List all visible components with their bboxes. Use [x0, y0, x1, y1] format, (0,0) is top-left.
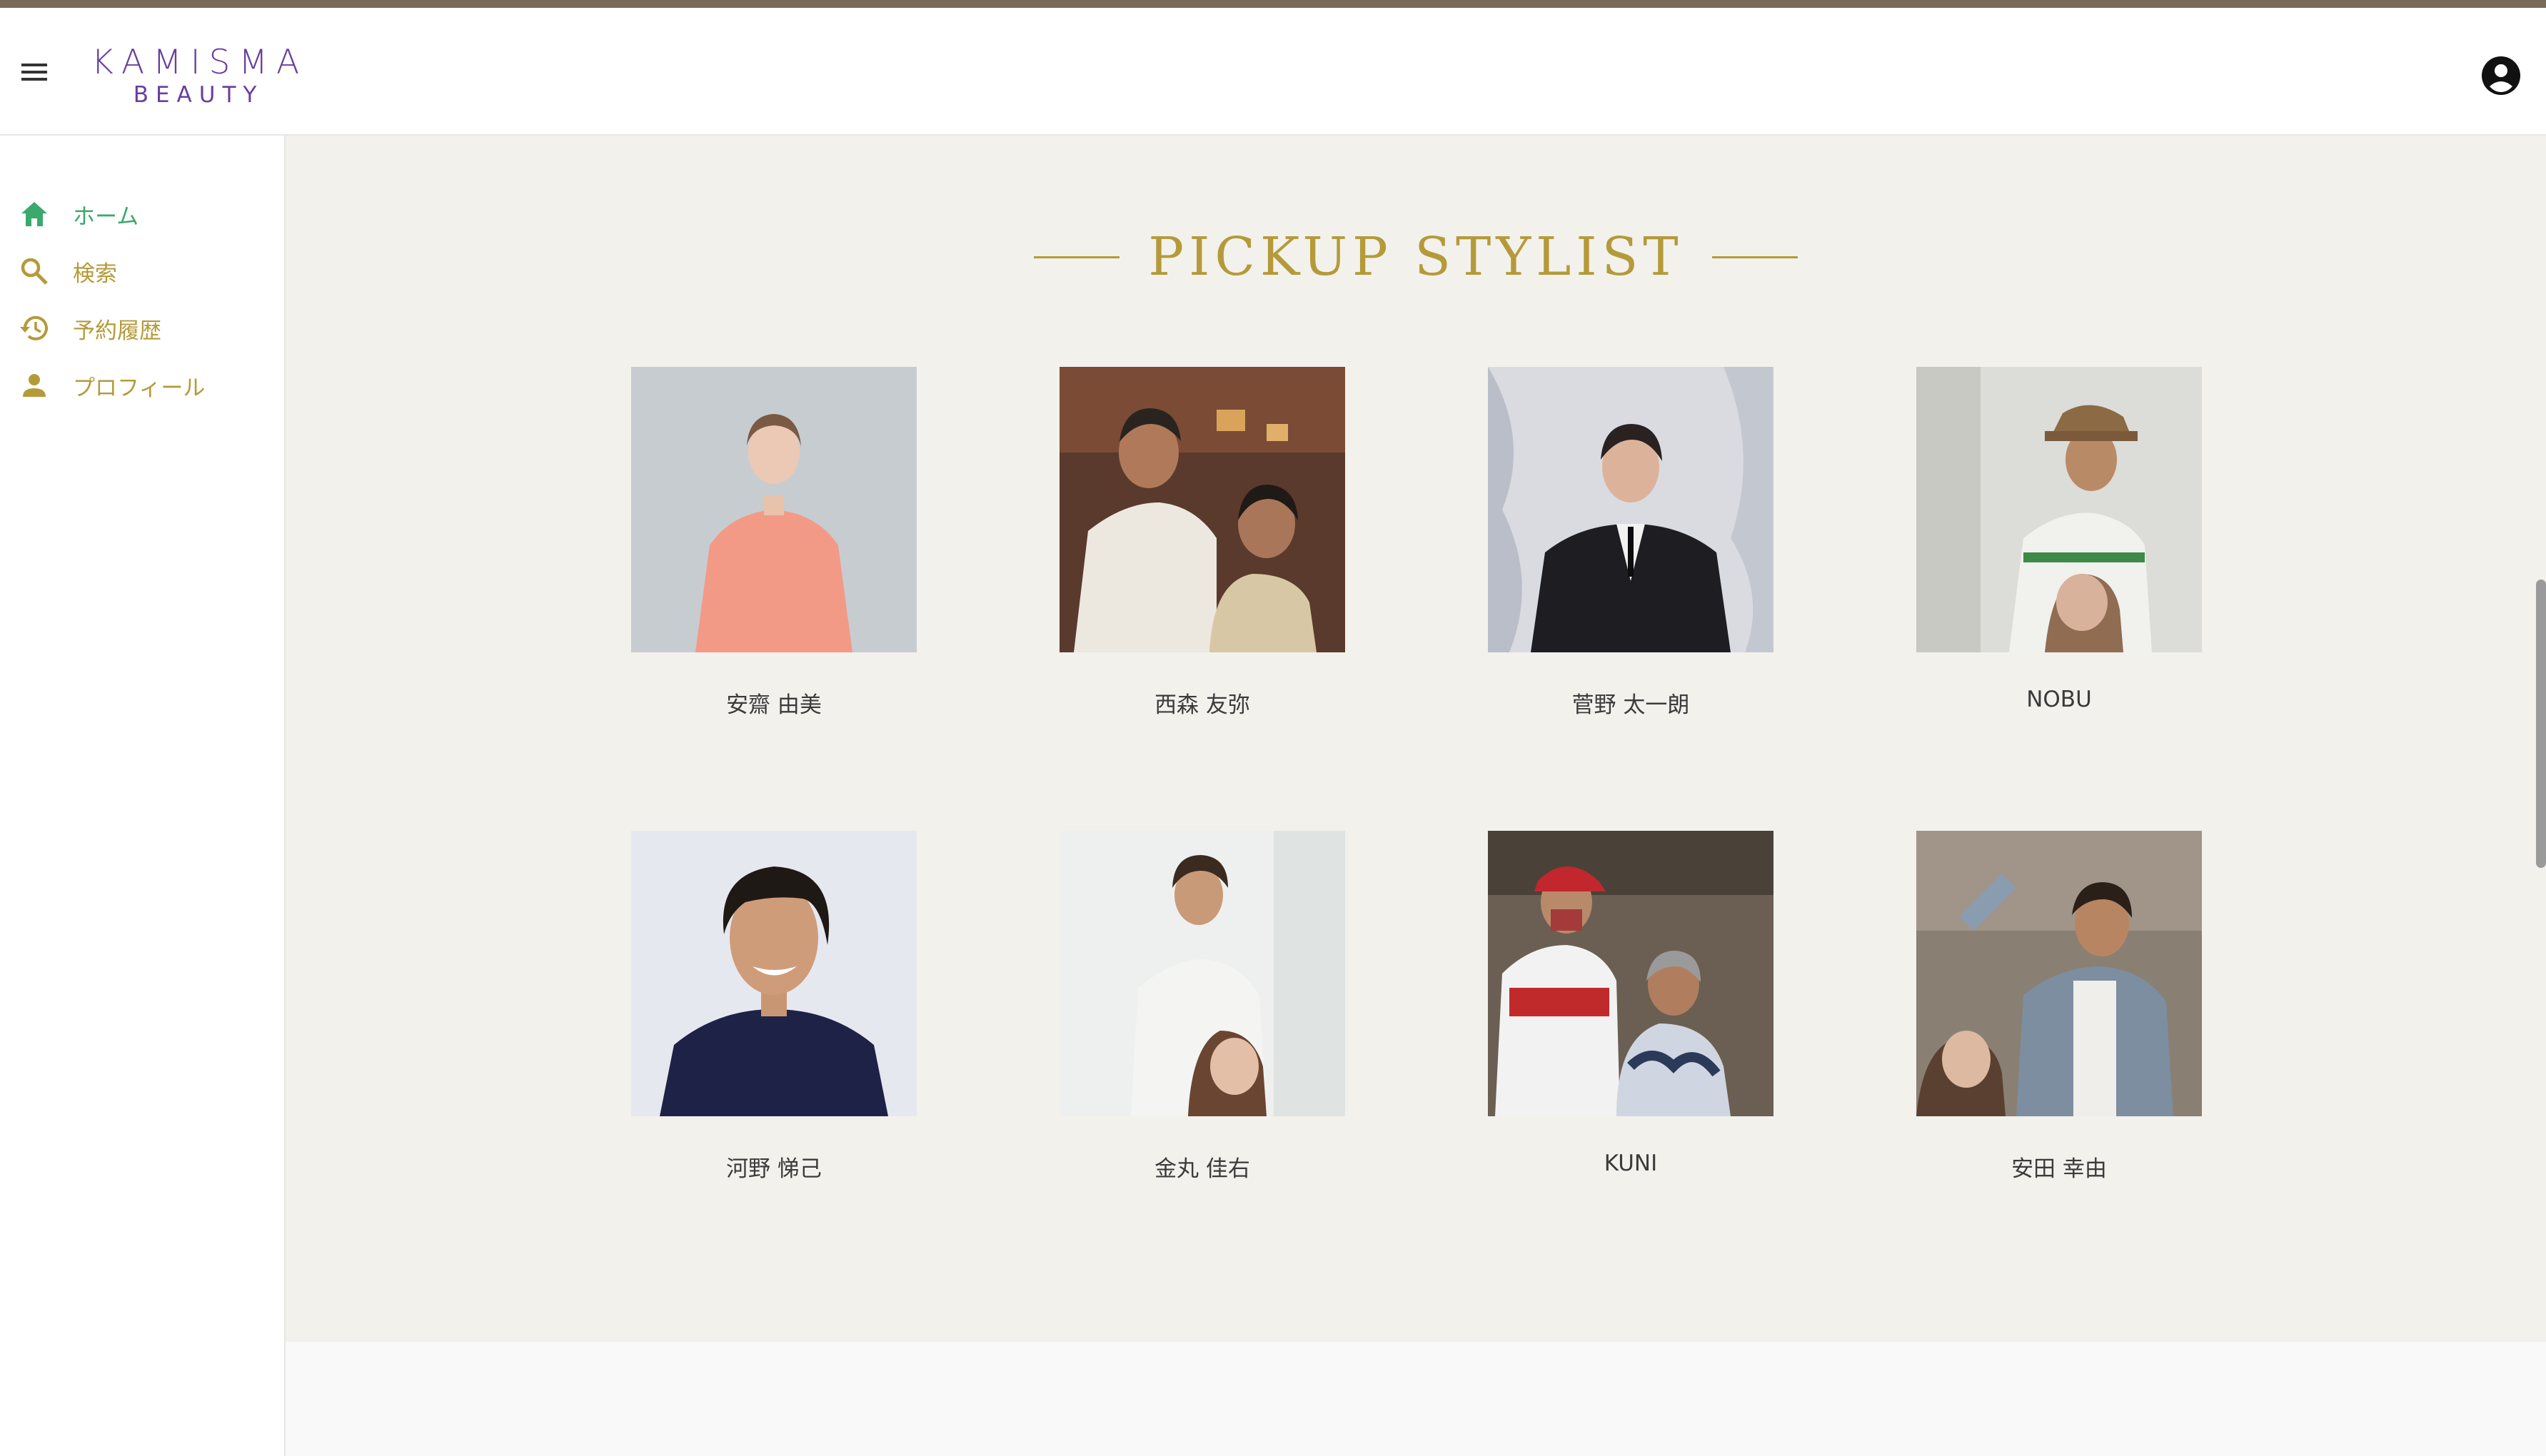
kamisma-beauty-logo[interactable]: KAMISMA BEAUTY — [91, 44, 306, 115]
logo-line1: KAMISMA — [91, 43, 308, 82]
sidebar-item-label: 検索 — [73, 261, 117, 287]
footer-area — [286, 1342, 2546, 1456]
title-rule-right — [1711, 256, 1798, 258]
stylist-card[interactable]: 安齋 由美 — [631, 367, 917, 719]
stylist-photo — [1916, 367, 2202, 652]
stylist-photo — [1916, 831, 2202, 1116]
sidebar-item-home[interactable]: ホーム — [0, 186, 284, 243]
stylist-name: 金丸 佳右 — [1154, 1156, 1250, 1182]
stylist-card[interactable]: 西森 友弥 — [1060, 367, 1345, 719]
stylist-name: 河野 悌己 — [726, 1156, 822, 1182]
sidebar-item-label: 予約履歴 — [73, 318, 161, 344]
sidebar-item-label: プロフィール — [73, 375, 206, 401]
top-accent-strip — [0, 0, 2546, 8]
search-icon — [17, 254, 51, 288]
stylist-photo — [631, 367, 917, 652]
stylist-card[interactable]: KUNI — [1488, 831, 1773, 1176]
stylist-name: 菅野 太一朗 — [1571, 692, 1690, 718]
stylist-name: 西森 友弥 — [1154, 692, 1250, 718]
stylist-card[interactable]: 金丸 佳右 — [1060, 831, 1345, 1183]
sidebar-nav: ホーム 検索 予約履歴 プロフィール — [0, 136, 286, 1456]
stylist-card[interactable]: 菅野 太一朗 — [1488, 367, 1773, 719]
stylist-photo — [1488, 367, 1773, 652]
stylist-photo — [1488, 831, 1773, 1116]
account-circle-icon — [2482, 56, 2520, 95]
stylist-card[interactable]: 河野 悌己 — [631, 831, 917, 1183]
sidebar-item-profile[interactable]: プロフィール — [0, 357, 284, 414]
logo-line2: BEAUTY — [133, 82, 264, 108]
stylist-name: 安田 幸由 — [2011, 1156, 2107, 1182]
pickup-stylist-heading: PICKUP STYLIST — [286, 221, 2546, 293]
stylist-photo — [1060, 367, 1345, 652]
history-icon — [17, 311, 51, 345]
menu-icon — [21, 64, 47, 81]
app-header: KAMISMA BEAUTY — [0, 8, 2546, 136]
account-button[interactable] — [2476, 51, 2526, 101]
sidebar-item-label: ホーム — [73, 203, 139, 230]
stylist-card[interactable]: NOBU — [1916, 367, 2202, 712]
home-icon — [17, 197, 51, 231]
vertical-scrollbar-thumb[interactable] — [2536, 580, 2546, 868]
stylist-name: 安齋 由美 — [726, 692, 822, 718]
sidebar-item-history[interactable]: 予約履歴 — [0, 300, 284, 357]
hamburger-menu-button[interactable] — [13, 51, 56, 93]
stylist-name: NOBU — [2026, 687, 2092, 712]
person-icon — [17, 368, 51, 403]
stylist-photo — [631, 831, 917, 1116]
main-content: PICKUP STYLIST 安齋 由美 西森 友弥 菅野 太一朗 NOBU 河… — [286, 136, 2546, 1342]
stylist-card[interactable]: 安田 幸由 — [1916, 831, 2202, 1183]
section-title: PICKUP STYLIST — [1148, 226, 1684, 288]
stylist-name: KUNI — [1604, 1151, 1658, 1176]
title-rule-left — [1034, 256, 1120, 258]
sidebar-item-search[interactable]: 検索 — [0, 243, 284, 300]
stylist-photo — [1060, 831, 1345, 1116]
